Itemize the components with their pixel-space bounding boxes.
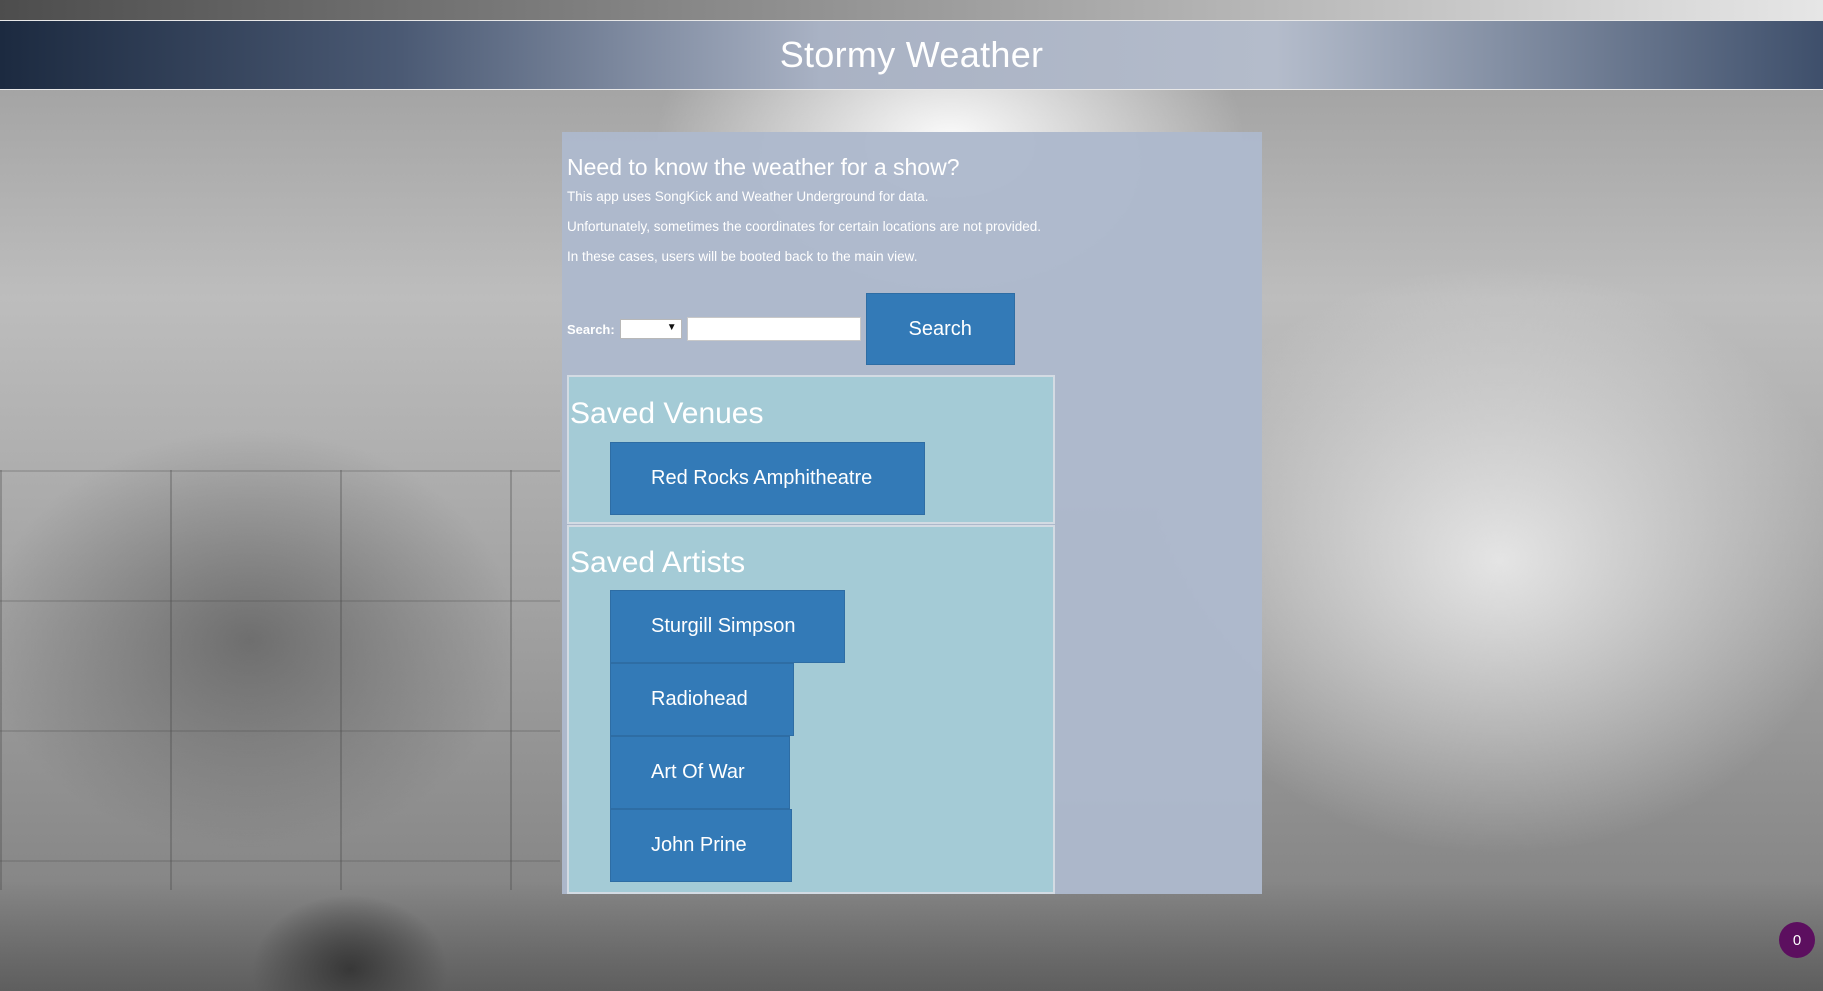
app-header: Stormy Weather xyxy=(0,20,1823,90)
main-panel: Need to know the weather for a show? Thi… xyxy=(562,132,1262,894)
saved-artists-title: Saved Artists xyxy=(570,546,746,579)
saved-artist-button[interactable]: Art Of War xyxy=(610,736,790,809)
saved-artist-button[interactable]: Sturgill Simpson xyxy=(610,590,845,663)
top-strip xyxy=(0,0,1823,20)
saved-artist-button[interactable]: John Prine xyxy=(610,809,792,882)
background-floor xyxy=(0,881,1823,991)
intro-line-data-sources: This app uses SongKick and Weather Under… xyxy=(567,189,929,204)
intro-line-fallback: In these cases, users will be booted bac… xyxy=(567,249,918,264)
saved-artists-section: Saved Artists Sturgill Simpson Radiohead… xyxy=(567,525,1055,894)
chevron-down-icon: ▼ xyxy=(666,322,677,333)
search-form: Search: ▼ Search xyxy=(567,293,1015,365)
notification-badge[interactable]: 0 xyxy=(1779,922,1815,958)
saved-venues-title: Saved Venues xyxy=(570,397,764,430)
app-title: Stormy Weather xyxy=(779,34,1044,75)
search-type-select[interactable]: ▼ xyxy=(619,319,682,339)
background-stage-rig xyxy=(0,470,560,890)
search-label: Search: xyxy=(567,321,615,337)
intro-heading: Need to know the weather for a show? xyxy=(567,154,960,180)
intro-line-coordinates: Unfortunately, sometimes the coordinates… xyxy=(567,219,1041,234)
search-button[interactable]: Search xyxy=(865,293,1015,365)
saved-venues-section: Saved Venues Red Rocks Amphitheatre xyxy=(567,375,1055,524)
search-input[interactable] xyxy=(686,317,861,341)
saved-artist-button[interactable]: Radiohead xyxy=(610,663,794,736)
saved-venue-button[interactable]: Red Rocks Amphitheatre xyxy=(610,442,925,515)
